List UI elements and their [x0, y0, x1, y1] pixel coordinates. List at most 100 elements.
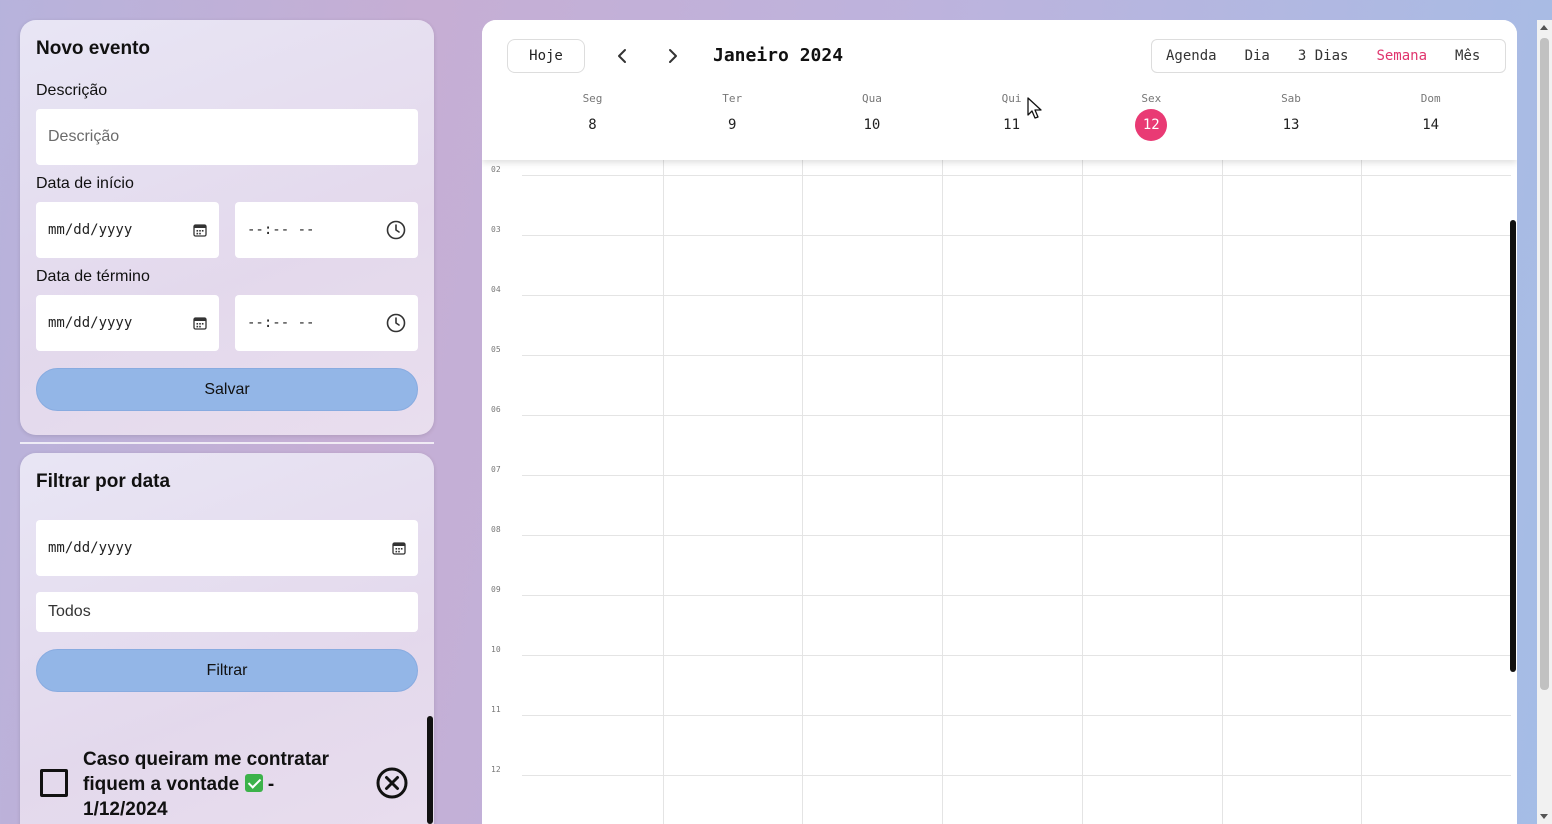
filter-button[interactable]: Filtrar	[36, 649, 418, 692]
filter-date-placeholder: mm/dd/yyyy	[48, 540, 133, 556]
day-column-divider	[802, 160, 804, 824]
hour-line	[522, 415, 1511, 416]
view-agenda[interactable]: Agenda	[1152, 48, 1231, 64]
day-header[interactable]: Sab 13	[1222, 92, 1361, 141]
hour-line	[522, 775, 1511, 776]
scroll-up-arrow-icon[interactable]	[1540, 25, 1548, 30]
hour-label: 11	[491, 705, 501, 714]
hour-label: 08	[491, 525, 501, 534]
todo-checkbox[interactable]	[40, 769, 68, 797]
day-header[interactable]: Qua 10	[802, 92, 941, 141]
panel-divider	[20, 442, 434, 444]
todo-text: Caso queiram me contratar fiquem a vonta…	[83, 747, 343, 822]
day-header[interactable]: Dom 14	[1361, 92, 1500, 141]
prev-week-button[interactable]	[612, 46, 632, 66]
day-number[interactable]: 8	[577, 109, 609, 141]
filter-title: Filtrar por data	[36, 471, 171, 492]
start-time-placeholder: --:-- --	[247, 222, 315, 238]
day-column-divider	[942, 160, 944, 824]
delete-todo-icon[interactable]	[376, 767, 408, 799]
month-title: Janeiro 2024	[713, 45, 844, 66]
today-button[interactable]: Hoje	[507, 39, 585, 73]
page-scrollbar[interactable]	[1537, 20, 1552, 824]
hour-line	[522, 535, 1511, 536]
hour-line	[522, 355, 1511, 356]
day-header[interactable]: Ter 9	[663, 92, 802, 141]
end-date-label: Data de término	[36, 268, 150, 285]
clock-icon[interactable]	[386, 313, 406, 333]
calendar: Hoje Janeiro 2024 Agenda Dia 3 Dias Sema…	[482, 20, 1517, 824]
hour-label: 12	[491, 765, 501, 774]
day-name: Sex	[1141, 92, 1162, 105]
hour-label: 09	[491, 585, 501, 594]
day-header[interactable]: Sex 12	[1082, 92, 1221, 141]
day-column-divider	[1221, 160, 1223, 824]
status-select-value: Todos	[48, 603, 91, 620]
view-week[interactable]: Semana	[1362, 48, 1441, 64]
view-day[interactable]: Dia	[1231, 48, 1284, 64]
chevron-left-icon	[618, 49, 626, 63]
hour-line	[522, 655, 1511, 656]
day-number[interactable]: 13	[1275, 109, 1307, 141]
status-select[interactable]: Todos	[36, 592, 418, 632]
day-name: Dom	[1420, 92, 1441, 105]
day-number[interactable]: 9	[716, 109, 748, 141]
day-name: Qui	[1001, 92, 1022, 105]
start-time-input[interactable]: --:-- --	[235, 202, 418, 258]
next-week-button[interactable]	[663, 46, 683, 66]
hour-label: 06	[491, 405, 501, 414]
view-3-days[interactable]: 3 Dias	[1284, 48, 1363, 64]
day-header[interactable]: Seg 8	[523, 92, 662, 141]
filter-date-input[interactable]: mm/dd/yyyy	[36, 520, 418, 576]
mouse-cursor-icon	[1027, 97, 1042, 119]
description-field[interactable]	[36, 109, 418, 165]
today-date-badge[interactable]: 12	[1135, 109, 1168, 141]
sidebar-scrollbar[interactable]	[427, 716, 433, 824]
new-event-title: Novo evento	[36, 38, 151, 59]
hour-label: 04	[491, 285, 501, 294]
end-time-placeholder: --:-- --	[247, 315, 315, 331]
day-name: Ter	[722, 92, 743, 105]
calendar-icon[interactable]	[193, 223, 207, 237]
hour-line	[522, 175, 1511, 176]
hour-line	[522, 295, 1511, 296]
day-column-divider	[1081, 160, 1083, 824]
hour-line	[522, 595, 1511, 596]
calendar-header: Hoje Janeiro 2024 Agenda Dia 3 Dias Sema…	[482, 20, 1517, 160]
end-date-placeholder: mm/dd/yyyy	[48, 315, 133, 331]
calendar-icon[interactable]	[193, 316, 207, 330]
todo-item: Caso queiram me contratar fiquem a vonta…	[36, 743, 418, 823]
day-column-divider	[1361, 160, 1363, 824]
check-mark-icon	[244, 774, 263, 792]
end-time-input[interactable]: --:-- --	[235, 295, 418, 351]
hour-label: 10	[491, 645, 501, 654]
day-column-divider	[662, 160, 664, 824]
view-switcher: Agenda Dia 3 Dias Semana Mês	[1151, 39, 1506, 73]
todo-text-main: Caso queiram me contratar fiquem a vonta…	[83, 749, 330, 795]
description-label: Descrição	[36, 82, 108, 99]
start-date-input[interactable]: mm/dd/yyyy	[36, 202, 219, 258]
new-event-panel: Novo evento Descrição Data de início mm/…	[20, 20, 434, 435]
hour-line	[522, 715, 1511, 716]
hour-label: 03	[491, 225, 501, 234]
day-number[interactable]: 11	[996, 109, 1028, 141]
calendar-icon[interactable]	[392, 541, 406, 555]
chevron-right-icon	[669, 49, 677, 63]
end-date-input[interactable]: mm/dd/yyyy	[36, 295, 219, 351]
hour-line	[522, 475, 1511, 476]
day-name: Qua	[861, 92, 882, 105]
day-header[interactable]: Qui 11	[942, 92, 1081, 141]
calendar-scrollbar[interactable]	[1510, 220, 1516, 672]
description-input[interactable]	[48, 128, 418, 146]
clock-icon[interactable]	[386, 220, 406, 240]
day-number[interactable]: 10	[856, 109, 888, 141]
hour-label: 07	[491, 465, 501, 474]
day-number[interactable]: 14	[1415, 109, 1447, 141]
view-month[interactable]: Mês	[1441, 48, 1494, 64]
save-button[interactable]: Salvar	[36, 368, 418, 411]
scroll-down-arrow-icon[interactable]	[1540, 814, 1548, 819]
start-date-label: Data de início	[36, 175, 134, 192]
time-grid[interactable]: 02 03 04 05 06 07 08 09 10 11 12	[482, 160, 1517, 824]
hour-line	[522, 235, 1511, 236]
page-scroll-thumb[interactable]	[1540, 38, 1549, 690]
